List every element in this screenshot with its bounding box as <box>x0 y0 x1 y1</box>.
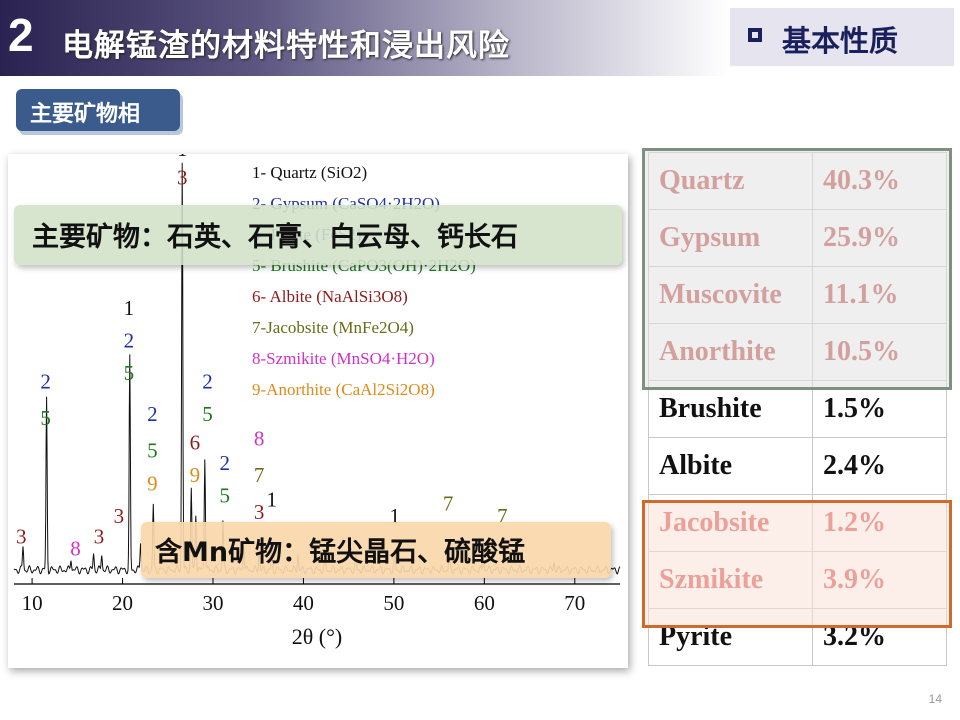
mineral-name: Albite <box>648 437 813 495</box>
page-number: 14 <box>928 692 942 706</box>
peak-label: 1 <box>124 296 135 320</box>
table-row: Muscovite 11.1% <box>648 266 947 324</box>
mineral-name: Quartz <box>648 152 813 210</box>
mineral-name: Muscovite <box>648 266 813 324</box>
main-minerals-callout: 主要矿物：石英、石膏、白云母、钙长石 <box>14 205 622 265</box>
peak-label: 3 <box>177 165 188 189</box>
legend-entry: 1- Quartz (SiO2) <box>252 163 367 182</box>
table-row: Szmikite 3.9% <box>648 551 947 609</box>
peak-label: 3 <box>94 524 105 548</box>
mineral-percentage: 40.3% <box>812 152 947 210</box>
table-row: Quartz 40.3% <box>648 152 947 210</box>
mineral-name: Anorthite <box>648 323 813 381</box>
mineral-name: Jacobsite <box>648 494 813 552</box>
mineral-composition-table: Quartz 40.3% Gypsum 25.9% Muscovite 11.1% Anor… <box>648 152 947 666</box>
peak-label: 5 <box>202 402 213 426</box>
peak-label: 7 <box>443 492 454 516</box>
x-tick-label: 70 <box>564 591 585 615</box>
legend-entry: 6- Albite (NaAlSi3O8) <box>252 287 408 306</box>
section-label: 基本性质 <box>730 8 954 66</box>
table-row: Anorthite 10.5% <box>648 323 947 381</box>
legend-entry: 7-Jacobsite (MnFe2O4) <box>252 318 414 337</box>
peak-label: 7 <box>254 463 265 487</box>
peak-label: 1 <box>267 488 278 512</box>
table-row: Gypsum 25.9% <box>648 209 947 267</box>
peak-label: 9 <box>190 463 201 487</box>
peak-label: 2 <box>124 329 135 353</box>
peak-label: 2 <box>147 402 158 426</box>
mineral-percentage: 10.5% <box>812 323 947 381</box>
legend-entry: 8-Szmikite (MnSO4·H2O) <box>252 349 435 368</box>
x-tick-label: 10 <box>22 591 43 615</box>
mineral-percentage: 1.2% <box>812 494 947 552</box>
x-tick-label: 30 <box>202 591 223 615</box>
mineral-name: Szmikite <box>648 551 813 609</box>
mineral-percentage: 1.5% <box>812 380 947 438</box>
x-tick-label: 40 <box>293 591 314 615</box>
peak-label: 2 <box>202 369 213 393</box>
peak-label: 1 <box>177 154 188 161</box>
table-row: Pyrite 3.2% <box>648 608 947 666</box>
mineral-name: Brushite <box>648 380 813 438</box>
table-row: Albite 2.4% <box>648 437 947 495</box>
peak-label: 6 <box>190 431 201 455</box>
section-number: 2 <box>8 9 34 61</box>
x-tick-label: 20 <box>112 591 133 615</box>
mineral-percentage: 3.9% <box>812 551 947 609</box>
legend-entry: 9-Anorthite (CaAl2Si2O8) <box>252 380 435 399</box>
subsection-tag-label: 主要矿物相 <box>30 102 141 127</box>
mn-minerals-callout: 含Mn矿物：锰尖晶石、硫酸锰 <box>141 522 611 578</box>
x-axis-title: 2θ (°) <box>292 624 343 649</box>
peak-label: 2 <box>219 451 230 475</box>
table-row: Brushite 1.5% <box>648 380 947 438</box>
section-label-text: 基本性质 <box>782 24 899 58</box>
peak-label: 5 <box>147 439 158 463</box>
peak-label: 3 <box>16 524 27 548</box>
mineral-percentage: 11.1% <box>812 266 947 324</box>
peak-label: 8 <box>70 537 81 561</box>
mineral-percentage: 3.2% <box>812 608 947 666</box>
peak-label: 2 <box>40 369 51 393</box>
x-tick-label: 50 <box>383 591 404 615</box>
peak-label: 5 <box>219 484 230 508</box>
mineral-percentage: 25.9% <box>812 209 947 267</box>
page-title: 电解锰渣的材料特性和浸出风险 <box>62 28 510 64</box>
peak-label: 9 <box>147 471 158 495</box>
peak-label: 3 <box>114 504 125 528</box>
square-bullet-icon <box>748 28 762 42</box>
mn-minerals-text: 含Mn矿物：锰尖晶石、硫酸锰 <box>155 537 526 568</box>
subsection-tag: 主要矿物相 <box>16 89 180 131</box>
peak-label: 5 <box>40 406 51 430</box>
mineral-name: Gypsum <box>648 209 813 267</box>
x-tick-label: 60 <box>474 591 495 615</box>
peak-label: 3 <box>254 500 265 524</box>
main-minerals-text: 主要矿物：石英、石膏、白云母、钙长石 <box>32 222 518 253</box>
mineral-percentage: 2.4% <box>812 437 947 495</box>
peak-label: 8 <box>254 426 265 450</box>
table-row: Jacobsite 1.2% <box>648 494 947 552</box>
peak-label: 5 <box>124 361 135 385</box>
title-bar: 2 电解锰渣的材料特性和浸出风险 <box>0 0 730 76</box>
mineral-name: Pyrite <box>648 608 813 666</box>
